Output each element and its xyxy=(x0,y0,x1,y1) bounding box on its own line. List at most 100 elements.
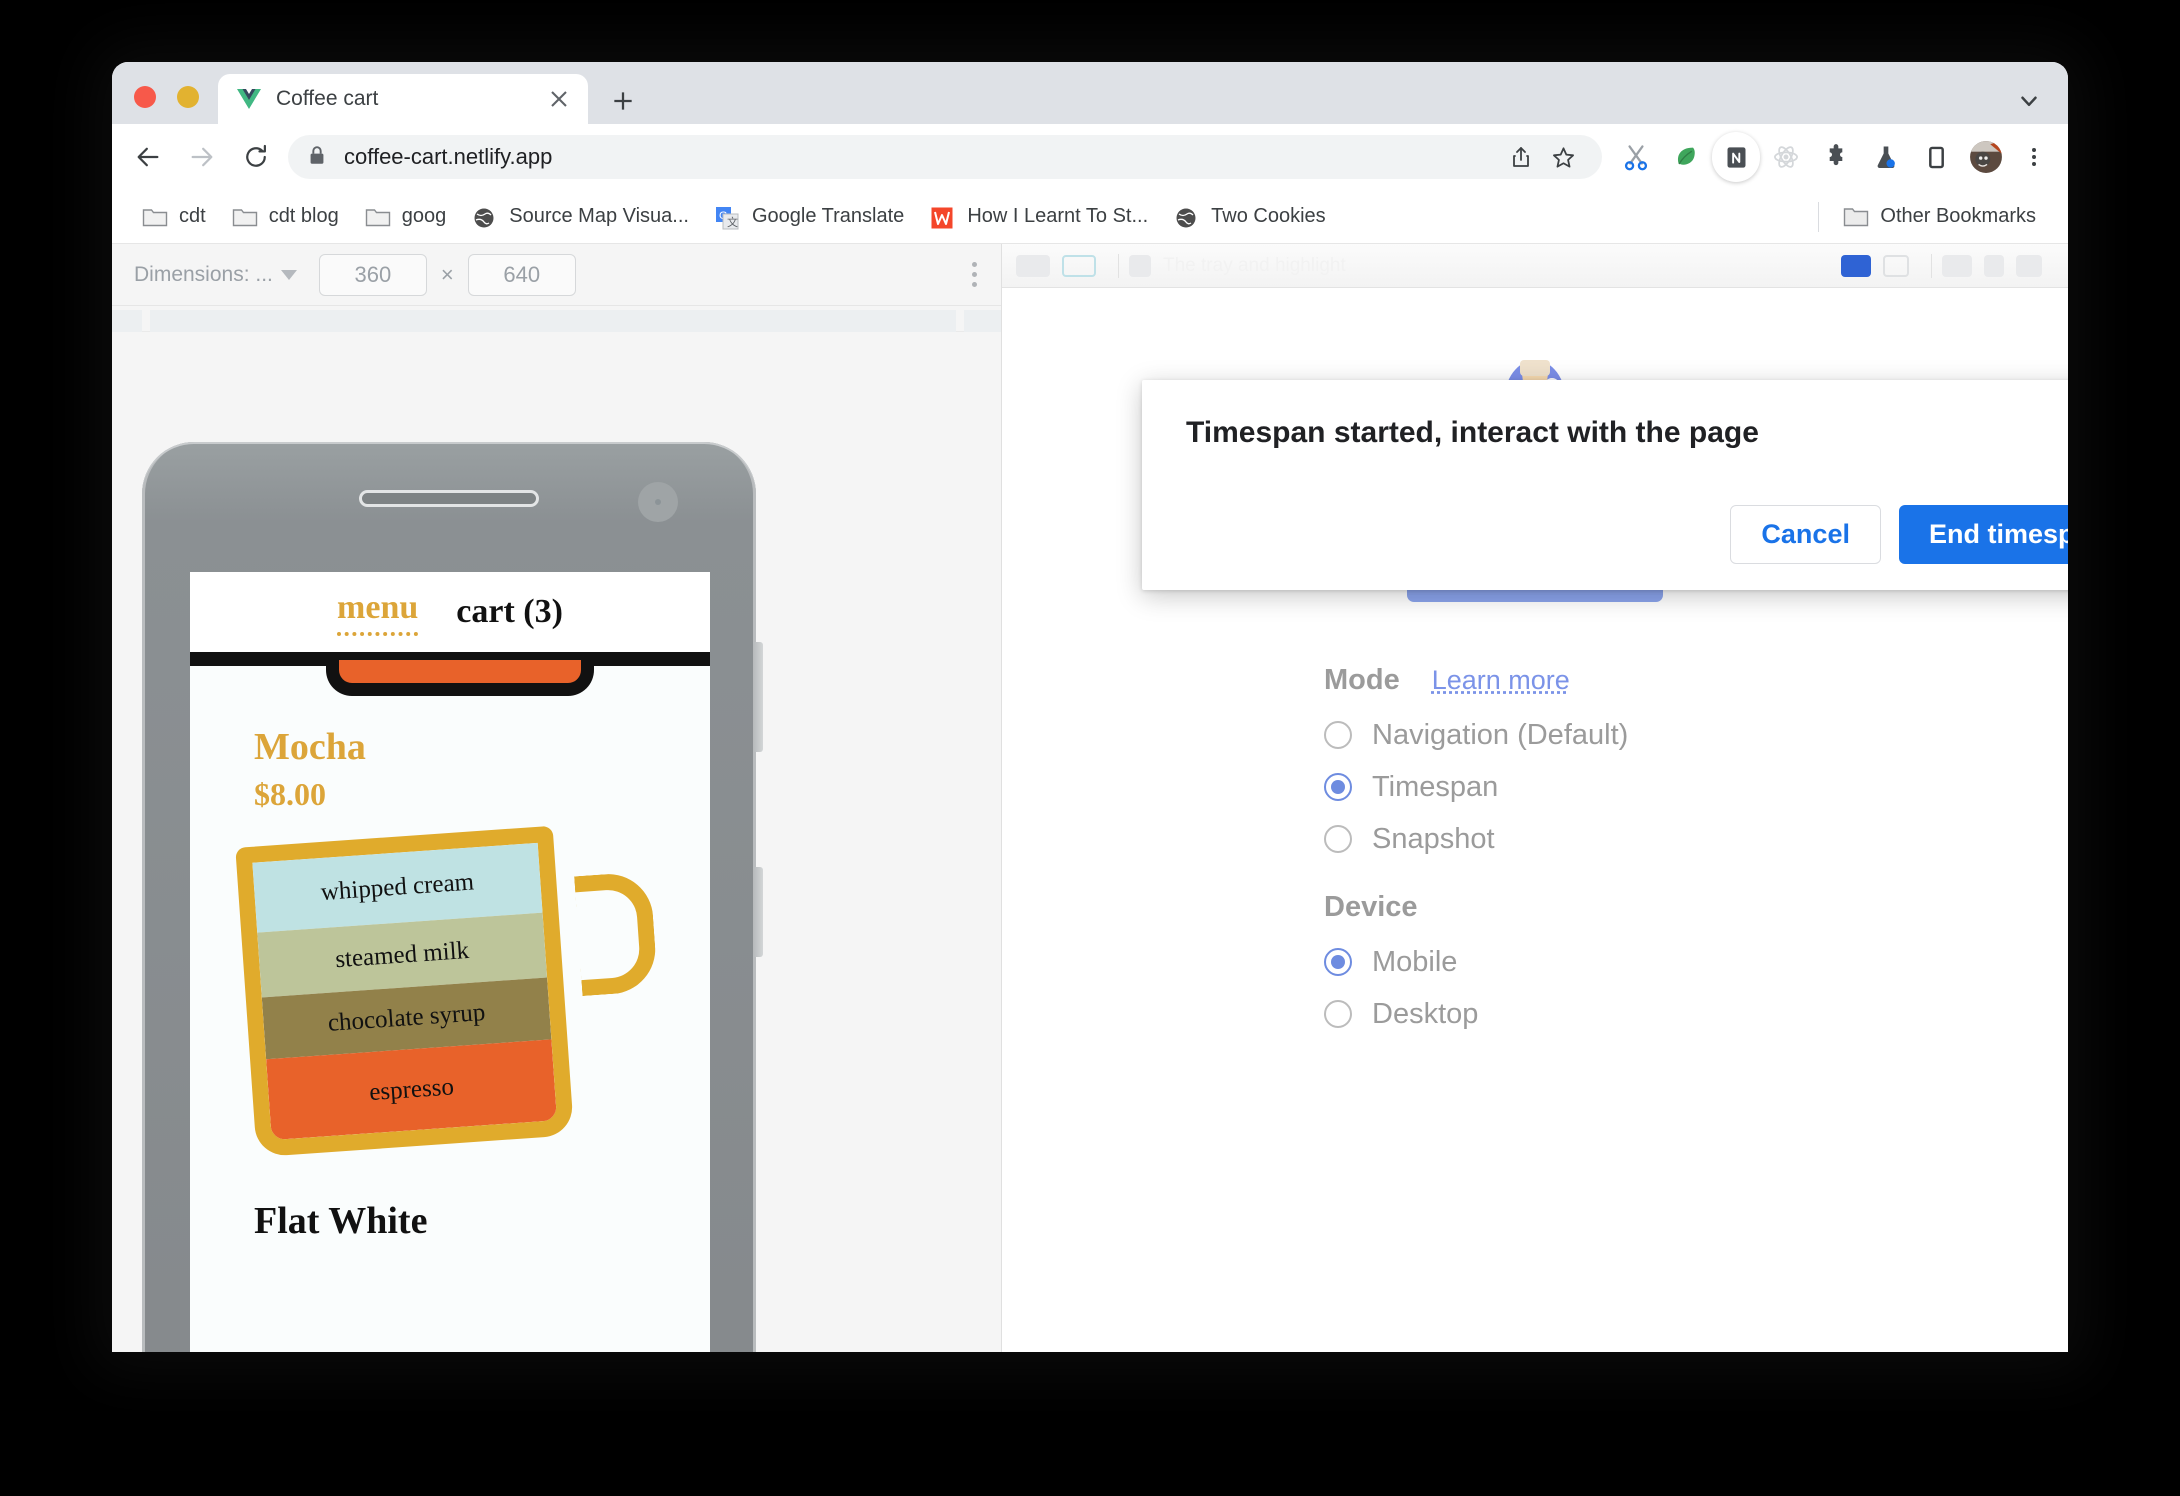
svg-text:文: 文 xyxy=(727,215,738,229)
new-tab-button[interactable] xyxy=(606,84,640,118)
device-title: Device xyxy=(1324,891,1418,923)
bookmark-cdt[interactable]: cdt xyxy=(132,201,216,232)
bookmark-how-i-learnt[interactable]: How I Learnt To St... xyxy=(920,201,1158,232)
radio-label: Timespan xyxy=(1372,770,1499,803)
tab-strip: Coffee cart xyxy=(112,62,2068,124)
puzzle-piece-icon[interactable] xyxy=(1814,135,1858,179)
share-icon[interactable] xyxy=(1500,136,1542,178)
toolbar-ghost-button[interactable] xyxy=(1016,254,1050,277)
ruler-segment xyxy=(964,310,1001,332)
ruler-segment xyxy=(150,310,956,332)
nav-menu-link[interactable]: menu xyxy=(337,589,419,636)
phone-power-button[interactable] xyxy=(753,867,763,957)
close-tab-icon[interactable] xyxy=(544,84,574,114)
radio-button[interactable] xyxy=(1324,948,1352,976)
bookmark-goog[interactable]: goog xyxy=(355,201,457,232)
radio-button[interactable] xyxy=(1324,825,1352,853)
toolbar-ghost-button[interactable] xyxy=(1883,254,1909,277)
dialog-title: Timespan started, interact with the page xyxy=(1186,416,1759,449)
bookmark-google-translate[interactable]: G 文 Google Translate xyxy=(705,201,914,232)
bookmark-label: cdt blog xyxy=(268,205,339,227)
radio-device-desktop[interactable]: Desktop xyxy=(1324,988,2068,1040)
width-input[interactable]: 360 xyxy=(318,253,427,296)
google-translate-icon: G 文 xyxy=(715,206,741,229)
star-icon[interactable] xyxy=(1542,136,1584,178)
radio-label: Snapshot xyxy=(1372,822,1495,855)
radio-button[interactable] xyxy=(1324,1000,1352,1028)
radio-mode-snapshot[interactable]: Snapshot xyxy=(1324,813,2068,865)
leaf-icon[interactable] xyxy=(1664,135,1708,179)
cup-layer-label: whipped cream xyxy=(319,868,475,906)
menu-item: Mocha $8.00 whipped cream steamed milk c… xyxy=(190,666,710,1243)
folder-icon xyxy=(365,206,391,228)
toolbar-ghost-button[interactable] xyxy=(1942,254,1972,277)
radio-button[interactable] xyxy=(1324,773,1352,801)
cup-body: whipped cream steamed milk chocolate syr… xyxy=(235,825,575,1157)
side-panel-icon[interactable] xyxy=(1914,135,1958,179)
caret-down-icon[interactable] xyxy=(280,269,297,280)
bookmark-other-bookmarks[interactable]: Other Bookmarks xyxy=(1833,201,2046,232)
phone-mockup: menu cart (3) Mocha $8.00 whipped cream xyxy=(142,442,763,1352)
toolbar-ghost-button[interactable] xyxy=(1062,254,1096,277)
forward-arrow-icon[interactable] xyxy=(180,135,224,179)
bookmarks-divider xyxy=(1818,201,1820,232)
timespan-dialog: Timespan started, interact with the page… xyxy=(1142,380,2068,590)
toolbar-ghost-button[interactable] xyxy=(1841,254,1871,277)
chevron-down-icon[interactable] xyxy=(2012,84,2046,118)
coffee-cup-illustration[interactable]: whipped cream steamed milk chocolate syr… xyxy=(235,823,659,1167)
emulated-viewport[interactable]: menu cart (3) Mocha $8.00 whipped cream xyxy=(190,572,710,1352)
ruler-segment xyxy=(112,310,142,332)
tab-title: Coffee cart xyxy=(276,87,379,110)
back-arrow-icon[interactable] xyxy=(126,135,170,179)
address-bar[interactable]: coffee-cart.netlify.app xyxy=(288,135,1602,179)
bookmark-label: How I Learnt To St... xyxy=(967,205,1149,227)
bookmark-cdt-blog[interactable]: cdt blog xyxy=(222,201,349,232)
device-toolbar: Dimensions: ... 360 × 640 xyxy=(112,244,1001,306)
toolbar-ghost-button[interactable] xyxy=(1129,254,1151,277)
react-icon[interactable] xyxy=(1764,135,1808,179)
toolbar-ghost-button[interactable] xyxy=(1984,254,2004,277)
radio-mode-timespan[interactable]: Timespan xyxy=(1324,761,2068,813)
radio-button[interactable] xyxy=(1324,721,1352,749)
bookmarks-bar: cdt cdt blog goog Source Map Visua... 文 … xyxy=(112,190,2068,244)
cancel-button[interactable]: Cancel xyxy=(1730,505,1881,564)
dialog-actions: Cancel End timespan xyxy=(1730,505,2068,564)
nav-cart-link[interactable]: cart (3) xyxy=(456,593,563,631)
minimize-window-button[interactable] xyxy=(177,86,199,108)
close-window-button[interactable] xyxy=(134,86,156,108)
device-emulation-pane: Dimensions: ... 360 × 640 menu cart (3) … xyxy=(112,244,1002,1352)
avatar[interactable] xyxy=(1964,135,2008,179)
lighthouse-settings-form: Mode Learn more Navigation (Default) Tim… xyxy=(1002,664,2068,1040)
height-input[interactable]: 640 xyxy=(467,253,576,296)
mode-title: Mode xyxy=(1324,664,1400,696)
bookmark-source-map-visualizer[interactable]: Source Map Visua... xyxy=(462,201,699,232)
folder-icon xyxy=(232,206,258,228)
three-dots-vertical-icon[interactable] xyxy=(972,262,983,287)
phone-volume-button[interactable] xyxy=(753,642,763,752)
toolbar-ghost-button[interactable] xyxy=(2016,254,2042,277)
browser-tab[interactable]: Coffee cart xyxy=(218,74,588,124)
item-price: $8.00 xyxy=(254,775,326,812)
flask-icon[interactable] xyxy=(1864,135,1908,179)
radio-device-mobile[interactable]: Mobile xyxy=(1324,936,2068,988)
dimensions-label: Dimensions: ... xyxy=(134,262,273,286)
item-name: Mocha xyxy=(254,726,366,768)
folder-icon xyxy=(1843,206,1869,228)
learn-more-link[interactable]: Learn more xyxy=(1432,665,1570,696)
notion-icon[interactable] xyxy=(1712,132,1760,182)
radio-label: Navigation (Default) xyxy=(1372,718,1629,751)
three-dots-vertical-icon[interactable] xyxy=(2014,135,2054,179)
end-timespan-button[interactable]: End timespan xyxy=(1898,505,2068,564)
radio-mode-navigation[interactable]: Navigation (Default) xyxy=(1324,709,2068,761)
globe-icon xyxy=(472,206,498,228)
reload-icon[interactable] xyxy=(234,135,278,179)
toolbar-hint-text: The tray and highlight xyxy=(1163,254,1346,276)
bookmark-label: cdt xyxy=(179,205,206,227)
toolbar-divider xyxy=(1118,253,1119,278)
w-icon xyxy=(930,206,956,228)
browser-toolbar: coffee-cart.netlify.app xyxy=(112,124,2068,190)
phone-speaker xyxy=(359,490,539,507)
bookmark-two-cookies[interactable]: Two Cookies xyxy=(1164,201,1336,232)
scissors-icon[interactable] xyxy=(1614,135,1658,179)
